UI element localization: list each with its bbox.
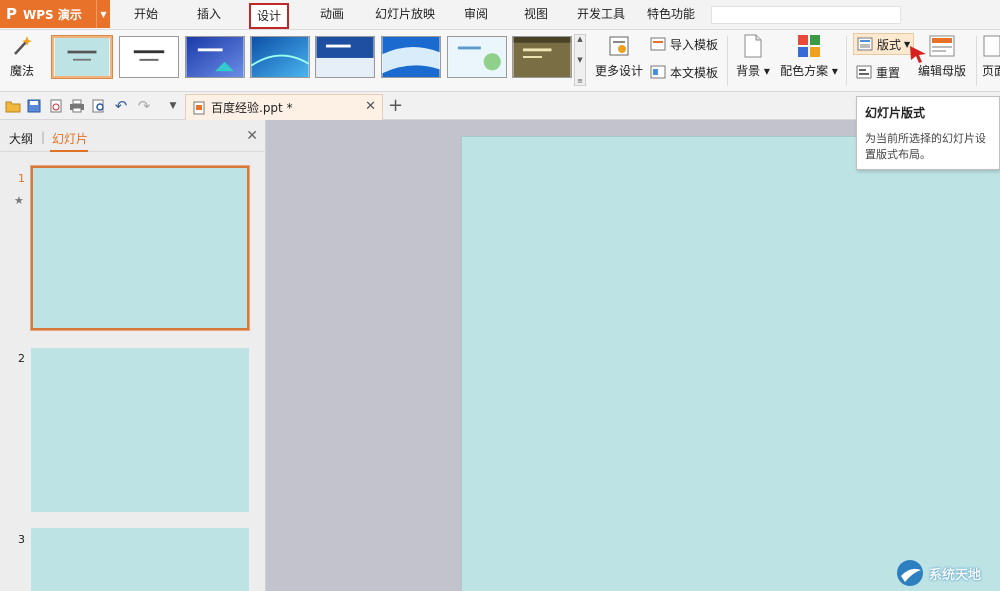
ribbon-design: 魔法 ▲ ▼ ≡ 更多设计 导入模板 本文模板 背景 ▾ 配色方案 ▾ 版式 ▼…: [0, 30, 1000, 92]
gallery-scroll[interactable]: ▲ ▼ ≡: [574, 34, 586, 86]
ribbon-separator: [727, 36, 728, 86]
slide-number: 1: [18, 172, 25, 185]
background-icon: [740, 34, 766, 58]
design-template-5[interactable]: [315, 36, 375, 78]
magic-label: 魔法: [9, 64, 34, 78]
undo-icon[interactable]: ↶: [113, 97, 129, 115]
color-scheme-label: 配色方案 ▾: [780, 64, 838, 78]
slide-number: 2: [18, 352, 25, 365]
ribbon-separator: [976, 36, 977, 86]
customize-toolbar-icon[interactable]: ▼: [165, 98, 181, 114]
layout-button[interactable]: 版式 ▼: [853, 33, 915, 55]
magic-wand-icon: [9, 34, 35, 58]
color-palette-icon: [796, 34, 822, 58]
page-setup-label: 页面: [982, 64, 1000, 78]
tab-special[interactable]: 特色功能: [640, 0, 702, 28]
close-tab-icon[interactable]: ✕: [365, 99, 376, 114]
page-setup-button[interactable]: 页面: [982, 34, 1000, 79]
app-name: WPS 演示: [23, 7, 82, 22]
edit-master-button[interactable]: 编辑母版: [914, 34, 970, 79]
more-design-label: 更多设计: [594, 64, 643, 78]
ribbon-separator: [846, 36, 847, 86]
tab-review[interactable]: 审阅: [452, 0, 500, 28]
more-design-button[interactable]: 更多设计: [592, 34, 646, 79]
redo-icon[interactable]: ↷: [136, 97, 152, 115]
open-folder-icon[interactable]: [5, 98, 21, 114]
export-pdf-icon[interactable]: [48, 98, 64, 114]
background-label: 背景 ▾: [736, 64, 770, 78]
design-template-4[interactable]: [250, 36, 310, 78]
print-icon[interactable]: [69, 98, 85, 114]
watermark-text: 系统天地: [929, 567, 982, 583]
reset-icon: [856, 65, 872, 79]
slide-number: 3: [18, 533, 25, 546]
scroll-down-icon[interactable]: ▼: [577, 56, 582, 64]
tooltip-title: 幻灯片版式: [865, 106, 926, 120]
tab-developer[interactable]: 开发工具: [570, 0, 632, 28]
layout-icon: [857, 37, 873, 51]
tab-animation[interactable]: 动画: [308, 0, 356, 28]
layout-tooltip: 幻灯片版式 为当前所选择的幻灯片设置版式布局。: [856, 96, 1000, 170]
this-template-label: 本文模板: [670, 65, 719, 80]
this-template-icon: [650, 65, 666, 79]
save-icon[interactable]: [26, 98, 42, 114]
gallery-expand-icon[interactable]: ≡: [577, 77, 583, 85]
more-design-icon: [606, 34, 632, 58]
page-setup-icon: [982, 34, 1000, 58]
chevron-down-icon[interactable]: ▼: [96, 0, 110, 28]
scroll-up-icon[interactable]: ▲: [577, 35, 582, 43]
tab-home[interactable]: 开始: [122, 0, 170, 28]
edit-master-icon: [929, 34, 955, 58]
color-scheme-button[interactable]: 配色方案 ▾: [777, 34, 841, 79]
close-panel-icon[interactable]: ✕: [246, 128, 258, 144]
app-menu-button[interactable]: P WPS 演示 ▼: [0, 0, 110, 28]
tab-outline[interactable]: 大纲: [9, 130, 33, 147]
panel-header: 大纲 | 幻灯片 ✕: [0, 120, 266, 152]
print-preview-icon[interactable]: [91, 98, 107, 114]
document-title: 百度经验.ppt *: [211, 101, 293, 115]
design-template-3[interactable]: [185, 36, 245, 78]
tab-divider: |: [41, 130, 46, 144]
layout-label: 版式: [877, 37, 902, 52]
command-search-input[interactable]: [711, 6, 901, 24]
background-button[interactable]: 背景 ▾: [733, 34, 773, 79]
quick-access-toolbar: ↶ ↷ ▼ 百度经验.ppt * ✕ +: [0, 92, 1000, 120]
document-tab[interactable]: 百度经验.ppt * ✕: [185, 94, 383, 120]
tab-view[interactable]: 视图: [512, 0, 560, 28]
design-template-1[interactable]: [51, 35, 113, 79]
wps-logo-icon: P: [6, 5, 17, 23]
edit-master-label: 编辑母版: [917, 64, 966, 78]
tab-design[interactable]: 设计: [249, 3, 289, 29]
new-tab-icon[interactable]: +: [388, 95, 403, 116]
watermark-logo-icon: [897, 560, 923, 586]
tooltip-description: 为当前所选择的幻灯片设置版式布局。: [865, 132, 986, 161]
slide-thumbnail-2[interactable]: [31, 348, 249, 512]
tab-insert[interactable]: 插入: [185, 0, 233, 28]
design-template-6[interactable]: [381, 36, 441, 78]
slide-canvas[interactable]: [461, 136, 1000, 591]
design-template-8[interactable]: [512, 36, 572, 78]
reset-label: 重置: [876, 65, 901, 80]
animation-star-icon: ★: [14, 194, 24, 207]
active-tab-underline: [50, 150, 88, 152]
tab-slideshow[interactable]: 幻灯片放映: [367, 0, 443, 28]
reset-button[interactable]: 重置: [856, 62, 900, 82]
design-template-7[interactable]: [447, 36, 507, 78]
import-template-icon: [650, 37, 666, 51]
slide-thumbnail-3[interactable]: [31, 528, 249, 591]
this-template-button[interactable]: 本文模板: [650, 62, 718, 82]
import-template-label: 导入模板: [670, 37, 719, 52]
magic-button[interactable]: 魔法: [6, 34, 38, 79]
watermark: 系统天地: [895, 558, 981, 588]
import-template-button[interactable]: 导入模板: [650, 34, 718, 54]
design-template-2[interactable]: [119, 36, 179, 78]
tab-slides[interactable]: 幻灯片: [52, 130, 88, 147]
slides-panel: 大纲 | 幻灯片 ✕ 1 ★ 2 3: [0, 120, 266, 591]
menu-bar: P WPS 演示 ▼ 开始 插入 设计 动画 幻灯片放映 审阅 视图 开发工具 …: [0, 0, 1000, 30]
ppt-file-icon: [192, 101, 206, 115]
slide-thumbnail-1[interactable]: [30, 165, 250, 331]
